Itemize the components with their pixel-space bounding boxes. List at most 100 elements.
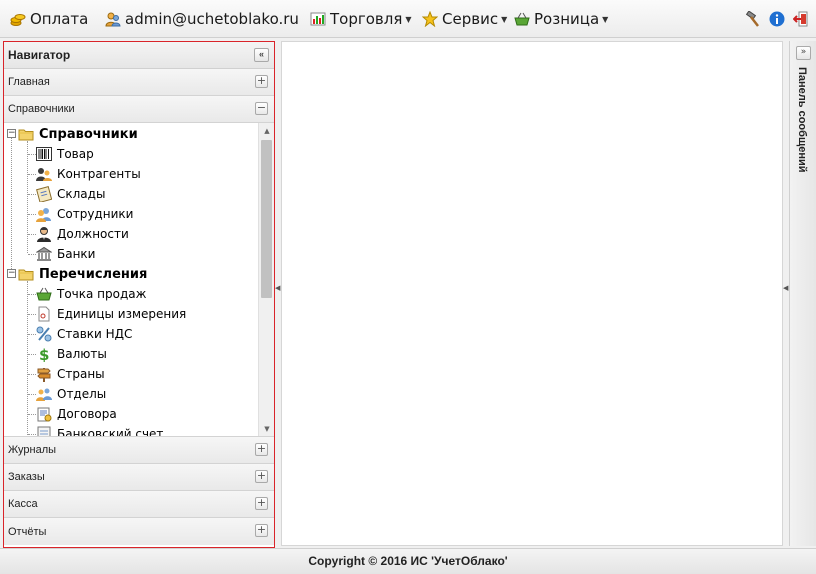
tree-item-label: Точка продаж xyxy=(57,287,147,301)
tree-collapse-icon[interactable]: − xyxy=(7,269,16,278)
retail-menu[interactable]: Розница ▼ xyxy=(514,8,608,30)
account-icon xyxy=(36,426,52,436)
tree-item[interactable]: Единицы измерения xyxy=(36,304,186,324)
scroll-thumb[interactable] xyxy=(261,140,272,298)
hammer-icon[interactable] xyxy=(745,10,761,27)
user-account-button[interactable]: admin@uchetoblako.ru xyxy=(105,8,299,30)
tree-item-label: Товар xyxy=(57,147,94,161)
scroll-down-icon[interactable]: ▼ xyxy=(259,421,274,436)
collapse-icon[interactable]: − xyxy=(255,102,268,115)
section-label: Справочники xyxy=(8,103,75,115)
tree-item[interactable]: Склады xyxy=(36,184,105,204)
basket-icon xyxy=(514,11,530,27)
chevron-down-icon: ▼ xyxy=(501,14,508,24)
retail-label: Розница xyxy=(534,10,600,28)
footer: Copyright © 2016 ИС 'УчетОблако' xyxy=(0,548,816,574)
tree-item-label: Сотрудники xyxy=(57,207,134,221)
tree-folder[interactable]: Перечисления xyxy=(18,264,147,284)
messages-panel-title: Панель сообщений xyxy=(796,67,808,173)
employees-icon xyxy=(36,206,52,222)
top-toolbar: Оплата admin@uchetoblako.ru Торговля ▼ С… xyxy=(0,0,816,38)
tree-item-label: Должности xyxy=(57,227,129,241)
tree-item[interactable]: Банки xyxy=(35,244,96,264)
expand-icon[interactable]: + xyxy=(255,470,268,483)
trade-menu[interactable]: Торговля ▼ xyxy=(310,8,412,30)
tree-item[interactable]: Отделы xyxy=(36,384,106,404)
collapse-navigator-button[interactable]: « xyxy=(254,48,269,62)
signpost-icon xyxy=(36,366,52,382)
expand-messages-button[interactable]: » xyxy=(796,46,811,60)
navigator-header: Навигатор « xyxy=(4,42,274,69)
tree-item[interactable]: Контрагенты xyxy=(36,164,141,184)
expand-icon[interactable]: + xyxy=(255,75,268,88)
tree-item[interactable]: Страны xyxy=(36,364,105,384)
main-content xyxy=(281,41,783,546)
trade-label: Торговля xyxy=(330,10,403,28)
tree-folder[interactable]: Справочники xyxy=(18,124,138,144)
section-cash[interactable]: Касса + xyxy=(4,491,274,518)
tree-item[interactable]: Точка продаж xyxy=(36,284,146,304)
contract-icon xyxy=(36,406,52,422)
tree-item-label: Банки xyxy=(57,247,96,261)
tree-item[interactable]: Сотрудники xyxy=(36,204,133,224)
expand-icon[interactable]: + xyxy=(255,524,268,537)
scroll-up-icon[interactable]: ▲ xyxy=(259,123,274,139)
section-label: Заказы xyxy=(8,471,45,483)
section-orders[interactable]: Заказы + xyxy=(4,464,274,491)
svg-text:$: $ xyxy=(39,346,49,362)
folder-icon xyxy=(18,266,34,282)
expand-right-icon[interactable]: ◀ xyxy=(783,284,788,292)
tree-collapse-icon[interactable]: − xyxy=(7,129,16,138)
clipboard-icon xyxy=(36,186,53,203)
navigator-panel: Навигатор « Главная + Справочники − ▲ ▼ … xyxy=(3,41,275,548)
contacts-icon xyxy=(36,166,52,182)
copyright-text: Copyright © 2016 ИС 'УчетОблако' xyxy=(308,554,508,568)
chevron-down-icon: ▼ xyxy=(405,14,412,24)
section-directories[interactable]: Справочники − xyxy=(4,96,274,123)
tree-item-label: Ставки НДС xyxy=(57,327,133,341)
user-label: admin@uchetoblako.ru xyxy=(125,10,299,28)
tree-item-label: Банковский счет xyxy=(57,427,164,437)
tree-item[interactable]: Товар xyxy=(36,144,94,164)
users-icon xyxy=(105,11,121,27)
section-label: Журналы xyxy=(8,444,57,456)
group-icon xyxy=(36,386,52,402)
tree-item-label: Страны xyxy=(57,367,105,381)
basket-icon xyxy=(36,286,52,302)
messages-panel[interactable]: » Панель сообщений xyxy=(789,41,816,546)
tree-item-label: Справочники xyxy=(39,126,138,142)
info-icon[interactable] xyxy=(769,11,785,27)
tree-item-label: Контрагенты xyxy=(57,167,141,181)
tree-item-label: Договора xyxy=(57,407,117,421)
tree-item-label: Перечисления xyxy=(39,266,148,282)
payment-button[interactable]: Оплата xyxy=(10,8,88,30)
payment-label: Оплата xyxy=(30,10,89,28)
section-main[interactable]: Главная + xyxy=(4,69,274,96)
bank-icon xyxy=(35,246,53,262)
section-journals[interactable]: Журналы + xyxy=(4,437,274,464)
directories-tree: ▲ ▼ − Справочники Товар Контрагенты Склады Со… xyxy=(4,123,274,437)
tree-scrollbar[interactable]: ▲ ▼ xyxy=(258,123,274,436)
chevron-down-icon: ▼ xyxy=(602,14,609,24)
section-label: Отчёты xyxy=(8,525,47,538)
navigator-title: Навигатор xyxy=(8,48,71,62)
document-icon xyxy=(36,306,52,322)
tree-item-label: Склады xyxy=(57,187,106,201)
tree-item[interactable]: Ставки НДС xyxy=(36,324,132,344)
expand-icon[interactable]: + xyxy=(255,497,268,510)
tree-item[interactable]: $ Валюты xyxy=(36,344,107,364)
tree-item[interactable]: Договора xyxy=(36,404,117,424)
section-label: Главная xyxy=(8,76,50,88)
collapse-left-icon[interactable]: ◀ xyxy=(275,284,280,292)
tree-item[interactable]: Должности xyxy=(36,224,129,244)
person-icon xyxy=(36,226,52,242)
service-menu[interactable]: Сервис ▼ xyxy=(421,8,508,30)
section-reports[interactable]: Отчёты + xyxy=(4,518,274,545)
folder-icon xyxy=(18,126,34,142)
logout-icon[interactable] xyxy=(792,11,809,27)
tree-item-label: Валюты xyxy=(57,347,107,361)
star-icon xyxy=(421,10,439,28)
expand-icon[interactable]: + xyxy=(255,443,268,456)
tree-item[interactable]: Банковский счет xyxy=(36,424,164,437)
tree-item-label: Отделы xyxy=(57,387,107,401)
